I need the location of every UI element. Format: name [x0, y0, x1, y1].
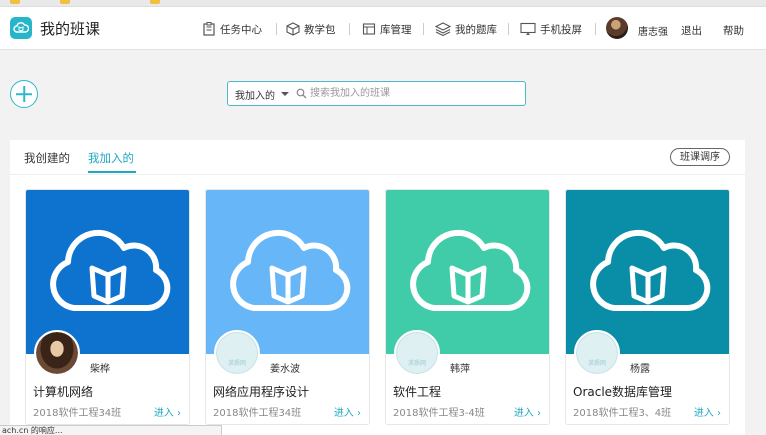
class-cover[interactable] — [386, 190, 549, 354]
class-card[interactable]: 杨露 Oracle数据库管理 2018软件工程3、4班 进入 › — [565, 189, 730, 425]
course-name[interactable]: 软件工程 — [393, 383, 441, 400]
nav-label: 教学包 — [304, 23, 336, 36]
enter-label: 进入 — [693, 408, 714, 419]
help-link[interactable]: 帮助 — [723, 23, 744, 38]
class-name: 2018软件工程3、4班 — [573, 408, 672, 419]
teacher-avatar — [34, 330, 80, 376]
course-name[interactable]: Oracle数据库管理 — [573, 383, 672, 400]
course-name[interactable]: 计算机网络 — [33, 383, 93, 400]
active-tab-indicator — [88, 171, 136, 173]
avatar[interactable] — [606, 17, 628, 39]
library-icon — [362, 23, 376, 35]
nav-screen-cast[interactable]: 手机投屏 — [520, 19, 582, 39]
class-cover[interactable] — [26, 190, 189, 354]
search-filter-dropdown[interactable]: 我加入的 — [235, 87, 275, 102]
folder-icon[interactable] — [60, 0, 70, 4]
teacher-avatar — [394, 330, 440, 376]
chevron-right-icon: › — [537, 408, 541, 419]
folder-icon[interactable] — [10, 0, 20, 4]
bookmarks-bar — [0, 0, 766, 7]
divider — [10, 174, 745, 175]
teacher-avatar — [574, 330, 620, 376]
divider — [508, 23, 509, 35]
tab-created[interactable]: 我创建的 — [24, 150, 70, 166]
divider — [349, 23, 350, 35]
nav-label: 任务中心 — [220, 23, 262, 36]
sort-classes-button[interactable]: 班课调序 — [670, 148, 730, 166]
nav-task-center[interactable]: 任务中心 — [202, 19, 262, 39]
nav-label: 库管理 — [380, 23, 412, 36]
app-title[interactable]: 我的班课 — [40, 18, 100, 39]
class-card[interactable]: 姜水波 网络应用程序设计 2018软件工程34班 进入 › — [205, 189, 370, 425]
class-cover[interactable] — [206, 190, 369, 354]
chevron-right-icon: › — [177, 408, 181, 419]
class-card[interactable]: 柴桦 计算机网络 2018软件工程34班 进入 › — [25, 189, 190, 425]
class-name: 2018软件工程3-4班 — [393, 408, 485, 419]
class-card[interactable]: 韩萍 软件工程 2018软件工程3-4班 进入 › — [385, 189, 550, 425]
nav-teaching-package[interactable]: 教学包 — [286, 19, 336, 39]
browser-status-bar: ach.cn 的响应... — [0, 425, 222, 435]
box-icon — [286, 22, 300, 36]
class-panel: 我创建的 我加入的 班课调序 柴桦 计算机网络 2018软件工程34班 进入 ›… — [10, 140, 745, 435]
search-input[interactable] — [310, 85, 515, 102]
teacher-name: 柴桦 — [90, 364, 110, 375]
cloud-book-icon — [410, 229, 531, 311]
search-icon[interactable] — [296, 88, 307, 99]
screen-cast-icon — [520, 22, 536, 35]
enter-link[interactable]: 进入 › — [514, 404, 541, 419]
task-icon — [203, 22, 215, 36]
teacher-name: 杨露 — [630, 364, 650, 375]
app-logo-icon[interactable] — [10, 17, 32, 39]
class-name: 2018软件工程34班 — [213, 408, 302, 419]
cloud-book-icon — [50, 229, 171, 311]
top-navigation-bar: 我的班课 任务中心 教学包 库管理 我的题库 手机投屏 唐志强 退出 帮助 — [0, 7, 766, 50]
folder-icon[interactable] — [150, 0, 160, 4]
nav-label: 我的题库 — [455, 23, 497, 36]
nav-library-management[interactable]: 库管理 — [362, 19, 412, 39]
layers-icon — [435, 22, 451, 36]
nav-label: 手机投屏 — [540, 23, 582, 36]
course-name[interactable]: 网络应用程序设计 — [213, 383, 309, 400]
enter-link[interactable]: 进入 › — [154, 404, 181, 419]
cloud-book-icon — [230, 229, 351, 311]
chevron-right-icon: › — [717, 408, 721, 419]
chevron-down-icon[interactable] — [281, 92, 289, 96]
divider — [595, 23, 596, 35]
cloud-book-icon — [590, 229, 711, 311]
add-class-button[interactable] — [10, 80, 38, 108]
divider — [276, 23, 277, 35]
teacher-name: 韩萍 — [450, 364, 470, 375]
enter-label: 进入 — [333, 408, 354, 419]
enter-link[interactable]: 进入 › — [694, 404, 721, 419]
user-name[interactable]: 唐志强 — [638, 23, 668, 38]
divider — [423, 23, 424, 35]
nav-my-question-bank[interactable]: 我的题库 — [435, 19, 497, 39]
tab-joined[interactable]: 我加入的 — [88, 150, 134, 166]
logout-link[interactable]: 退出 — [681, 23, 702, 38]
class-name: 2018软件工程34班 — [33, 408, 122, 419]
teacher-avatar — [214, 330, 260, 376]
enter-label: 进入 — [153, 408, 174, 419]
enter-link[interactable]: 进入 › — [334, 404, 361, 419]
enter-label: 进入 — [513, 408, 534, 419]
search-box: 我加入的 — [227, 81, 526, 106]
class-cover[interactable] — [566, 190, 729, 354]
teacher-name: 姜水波 — [270, 364, 300, 375]
chevron-right-icon: › — [357, 408, 361, 419]
